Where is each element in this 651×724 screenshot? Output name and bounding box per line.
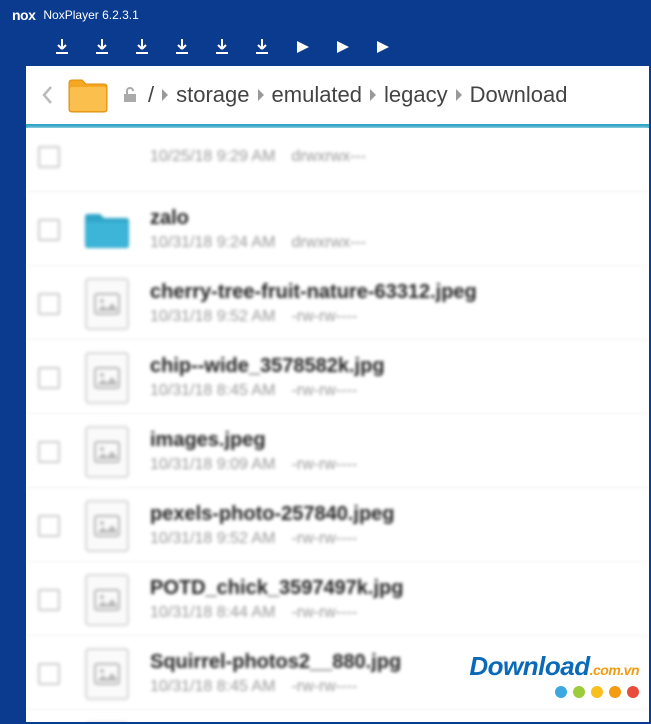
file-date: 10/31/18 9:24 AM: [150, 234, 275, 252]
list-item[interactable]: chip--wide_3578582k.jpg 10/31/18 8:45 AM…: [26, 341, 649, 415]
checkbox[interactable]: [38, 515, 60, 537]
file-date: 10/31/18 8:45 AM: [150, 678, 275, 696]
list-item[interactable]: 10/25/18 9:29 AM drwxrwx---: [26, 128, 649, 193]
file-info: POTD_chick_3597497k.jpg 10/31/18 8:44 AM…: [150, 577, 637, 622]
file-perm: drwxrwx---: [291, 148, 366, 166]
list-item[interactable]: 101001011110 videoplayback.bin -rw-rw---…: [26, 711, 649, 722]
file-perm: -rw-rw----: [291, 382, 357, 400]
chevron-right-icon: [256, 87, 266, 103]
file-date: 10/31/18 8:45 AM: [150, 382, 275, 400]
download-icon[interactable]: [212, 37, 232, 57]
image-file-icon: [82, 353, 132, 403]
file-name: Squirrel-photos2__880.jpg: [150, 651, 637, 674]
list-item[interactable]: zalo 10/31/18 9:24 AM drwxrwx---: [26, 193, 649, 267]
checkbox[interactable]: [38, 441, 60, 463]
file-name: images.jpeg: [150, 429, 637, 452]
crumb-legacy[interactable]: legacy: [384, 82, 448, 108]
file-name: cherry-tree-fruit-nature-63312.jpeg: [150, 281, 637, 304]
folder-icon: [66, 75, 110, 115]
image-file-icon: [82, 279, 132, 329]
crumb-emulated[interactable]: emulated: [272, 82, 363, 108]
file-perm: -rw-rw----: [291, 604, 357, 622]
file-name: POTD_chick_3597497k.jpg: [150, 577, 637, 600]
play-icon[interactable]: [372, 37, 392, 57]
file-perm: drwxrwx---: [291, 234, 366, 252]
unlock-icon[interactable]: [118, 85, 142, 105]
crumb-storage[interactable]: storage: [176, 82, 249, 108]
image-file-icon: [82, 649, 132, 699]
file-info: chip--wide_3578582k.jpg 10/31/18 8:45 AM…: [150, 355, 637, 400]
file-perm: -rw-rw----: [291, 530, 357, 548]
crumb-root[interactable]: /: [148, 82, 154, 108]
file-info: pexels-photo-257840.jpeg 10/31/18 9:52 A…: [150, 503, 637, 548]
breadcrumb[interactable]: / storage emulated legacy Download: [148, 82, 567, 108]
download-icon[interactable]: [52, 37, 72, 57]
file-date: 10/25/18 9:29 AM: [150, 148, 275, 166]
list-item[interactable]: images.jpeg 10/31/18 9:09 AM -rw-rw----: [26, 415, 649, 489]
file-perm: -rw-rw----: [291, 308, 357, 326]
folder-icon: [82, 205, 132, 255]
toolbar: [2, 28, 649, 66]
file-info: images.jpeg 10/31/18 9:09 AM -rw-rw----: [150, 429, 637, 474]
play-icon[interactable]: [332, 37, 352, 57]
list-item[interactable]: pexels-photo-257840.jpeg 10/31/18 9:52 A…: [26, 489, 649, 563]
list-item[interactable]: Squirrel-photos2__880.jpg 10/31/18 8:45 …: [26, 637, 649, 711]
file-name: zalo: [150, 207, 637, 230]
image-file-icon: [82, 575, 132, 625]
titlebar: nox NoxPlayer 6.2.3.1: [2, 2, 649, 28]
chevron-right-icon: [368, 87, 378, 103]
nox-logo: nox: [12, 7, 35, 23]
breadcrumb-bar: / storage emulated legacy Download: [26, 66, 649, 128]
file-info: Squirrel-photos2__880.jpg 10/31/18 8:45 …: [150, 651, 637, 696]
file-name: pexels-photo-257840.jpeg: [150, 503, 637, 526]
file-date: 10/31/18 9:52 AM: [150, 308, 275, 326]
image-file-icon: [82, 427, 132, 477]
file-perm: -rw-rw----: [291, 456, 357, 474]
checkbox[interactable]: [38, 589, 60, 611]
checkbox[interactable]: [38, 146, 60, 168]
chevron-right-icon: [160, 87, 170, 103]
noxplayer-window: nox NoxPlayer 6.2.3.1 / storag: [0, 0, 651, 724]
window-title: NoxPlayer 6.2.3.1: [43, 8, 138, 22]
download-icon[interactable]: [252, 37, 272, 57]
file-info: cherry-tree-fruit-nature-63312.jpeg 10/3…: [150, 281, 637, 326]
back-icon[interactable]: [36, 85, 58, 105]
checkbox[interactable]: [38, 293, 60, 315]
checkbox[interactable]: [38, 663, 60, 685]
crumb-download[interactable]: Download: [470, 82, 568, 108]
list-item[interactable]: POTD_chick_3597497k.jpg 10/31/18 8:44 AM…: [26, 563, 649, 637]
image-file-icon: [82, 501, 132, 551]
file-date: 10/31/18 9:52 AM: [150, 530, 275, 548]
list-item[interactable]: cherry-tree-fruit-nature-63312.jpeg 10/3…: [26, 267, 649, 341]
download-icon[interactable]: [172, 37, 192, 57]
checkbox[interactable]: [38, 367, 60, 389]
file-date: 10/31/18 8:44 AM: [150, 604, 275, 622]
file-date: 10/31/18 9:09 AM: [150, 456, 275, 474]
file-info: zalo 10/31/18 9:24 AM drwxrwx---: [150, 207, 637, 252]
file-perm: -rw-rw----: [291, 678, 357, 696]
file-info: 10/25/18 9:29 AM drwxrwx---: [150, 148, 637, 166]
file-name: chip--wide_3578582k.jpg: [150, 355, 637, 378]
checkbox[interactable]: [38, 219, 60, 241]
file-explorer: / storage emulated legacy Download 10/25…: [26, 66, 649, 722]
play-icon[interactable]: [292, 37, 312, 57]
download-icon[interactable]: [92, 37, 112, 57]
download-icon[interactable]: [132, 37, 152, 57]
file-list: 10/25/18 9:29 AM drwxrwx--- zalo 10/31/1…: [26, 128, 649, 722]
chevron-right-icon: [454, 87, 464, 103]
